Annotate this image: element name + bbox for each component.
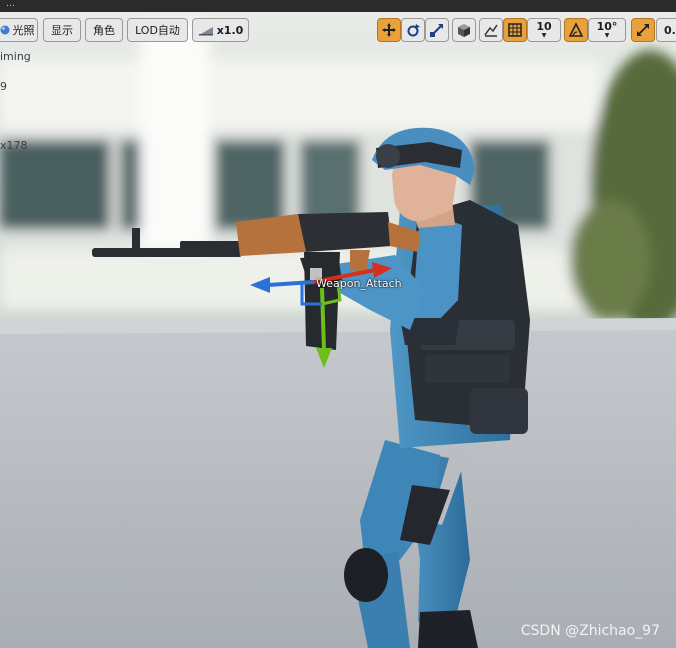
playback-speed-button[interactable]: x1.0	[192, 18, 249, 42]
scale-arrow-icon	[636, 23, 650, 37]
grid-icon	[508, 23, 522, 37]
scale-mode-button[interactable]	[425, 18, 449, 42]
rotation-snap-toggle[interactable]	[564, 18, 588, 42]
viewport-scene	[0, 0, 676, 648]
chevron-down-icon: ▼	[541, 32, 547, 39]
grid-snap-toggle[interactable]	[503, 18, 527, 42]
scale-snap-toggle[interactable]	[631, 18, 655, 42]
rotate-mode-button[interactable]	[401, 18, 425, 42]
character-menu-label: 角色	[93, 24, 115, 37]
surface-snap-icon	[483, 22, 499, 38]
viewport-stat-line: 9	[0, 80, 7, 93]
window-title: …	[6, 0, 15, 9]
show-menu-label: 显示	[51, 24, 73, 37]
lighting-mode-label: 光照	[12, 24, 35, 37]
lod-menu-button[interactable]: LOD自动	[127, 18, 188, 42]
viewport-stat-line: iming	[0, 50, 31, 63]
window-title-strip: …	[0, 0, 676, 12]
show-menu-button[interactable]: 显示	[43, 18, 81, 42]
move-arrows-icon	[381, 22, 397, 38]
grid-snap-value-dropdown[interactable]: 10 ▼	[527, 18, 561, 42]
translate-mode-button[interactable]	[377, 18, 401, 42]
socket-label: Weapon_Attach	[316, 277, 402, 290]
cube-icon	[456, 22, 472, 38]
scale-icon	[429, 22, 445, 38]
world-local-toggle-button[interactable]	[452, 18, 476, 42]
scale-snap-value-dropdown[interactable]: 0.	[656, 18, 676, 42]
angle-icon	[568, 22, 584, 38]
viewport-stat-line: x178	[0, 139, 28, 152]
playback-speed-icon	[198, 24, 214, 36]
watermark: CSDN @Zhichao_97	[520, 623, 660, 639]
surface-snap-button[interactable]	[479, 18, 503, 42]
viewport[interactable]: … 光照 显示 角色 LOD自动 x1.0 10 ▼ 10° ▼ 0. imin…	[0, 0, 676, 648]
lod-menu-label: LOD自动	[135, 24, 180, 37]
playback-speed-label: x1.0	[216, 23, 244, 37]
scale-snap-value: 0.	[664, 23, 676, 37]
ground-plane	[0, 318, 676, 648]
character-menu-button[interactable]: 角色	[85, 18, 123, 42]
lit-sphere-icon	[0, 25, 10, 35]
lighting-mode-button[interactable]: 光照	[0, 18, 38, 42]
rotation-snap-value-dropdown[interactable]: 10° ▼	[588, 18, 626, 42]
chevron-down-icon: ▼	[604, 32, 610, 39]
rotate-icon	[405, 22, 421, 38]
